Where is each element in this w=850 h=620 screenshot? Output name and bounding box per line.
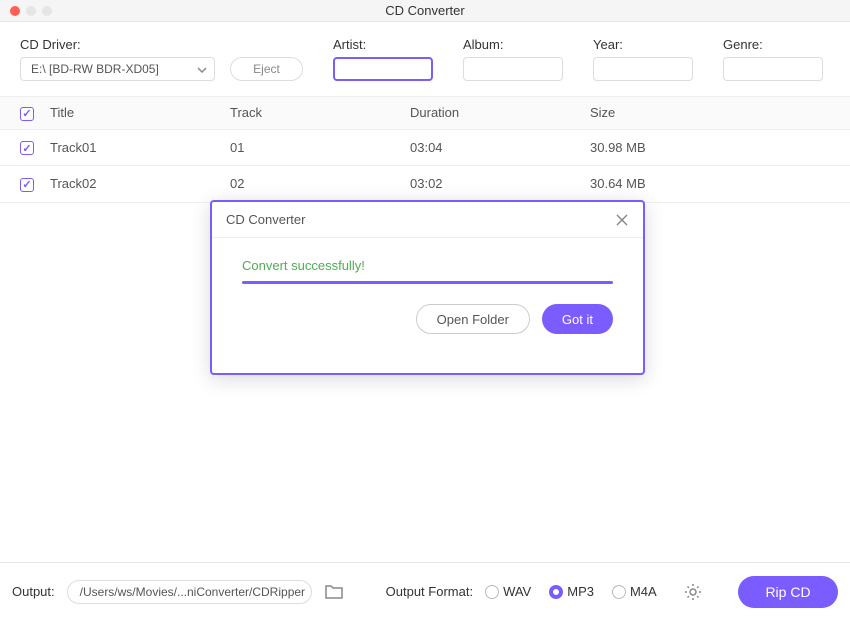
- row-title: Track02: [50, 176, 230, 191]
- album-label: Album:: [463, 37, 563, 52]
- artist-field: Artist:: [333, 37, 433, 81]
- mp3-label: MP3: [567, 584, 594, 599]
- row-duration: 03:02: [410, 176, 590, 191]
- format-radio-group: WAV MP3 M4A: [485, 584, 657, 599]
- row-size: 30.64 MB: [590, 176, 830, 191]
- modal-actions: Open Folder Got it: [212, 304, 643, 352]
- minimize-window-button[interactable]: [26, 6, 36, 16]
- cd-driver-select-wrap: E:\ [BD-RW BDR-XD05]: [20, 57, 215, 81]
- settings-icon[interactable]: [683, 582, 703, 602]
- m4a-radio[interactable]: M4A: [612, 584, 657, 599]
- row-checkbox[interactable]: [20, 178, 34, 192]
- success-message: Convert successfully!: [242, 258, 613, 273]
- radio-icon: [485, 585, 499, 599]
- year-label: Year:: [593, 37, 693, 52]
- table-header: Title Track Duration Size: [0, 96, 850, 130]
- rip-cd-button[interactable]: Rip CD: [738, 576, 838, 608]
- table-row[interactable]: Track01 01 03:04 30.98 MB: [0, 130, 850, 167]
- output-label: Output:: [12, 584, 55, 599]
- genre-input[interactable]: [723, 57, 823, 81]
- row-title: Track01: [50, 140, 230, 155]
- cd-driver-label: CD Driver:: [20, 37, 303, 52]
- row-size: 30.98 MB: [590, 140, 830, 155]
- modal-body: Convert successfully!: [212, 238, 643, 304]
- radio-icon: [549, 585, 563, 599]
- album-field: Album:: [463, 37, 563, 81]
- artist-input[interactable]: [333, 57, 433, 81]
- row-track: 01: [230, 140, 410, 155]
- year-field: Year:: [593, 37, 693, 81]
- window-controls: [10, 6, 52, 16]
- header-title: Title: [50, 105, 230, 120]
- output-path[interactable]: /Users/ws/Movies/...niConverter/CDRipper: [67, 580, 312, 604]
- folder-icon[interactable]: [324, 584, 344, 600]
- genre-label: Genre:: [723, 37, 823, 52]
- modal-title: CD Converter: [226, 212, 305, 227]
- table-row[interactable]: Track02 02 03:02 30.64 MB: [0, 166, 850, 203]
- window-title: CD Converter: [385, 3, 464, 18]
- modal-header: CD Converter: [212, 202, 643, 238]
- close-window-button[interactable]: [10, 6, 20, 16]
- eject-button[interactable]: Eject: [230, 57, 303, 81]
- artist-label: Artist:: [333, 37, 433, 52]
- cd-driver-select[interactable]: E:\ [BD-RW BDR-XD05]: [20, 57, 215, 81]
- row-track: 02: [230, 176, 410, 191]
- titlebar: CD Converter: [0, 0, 850, 22]
- wav-label: WAV: [503, 584, 531, 599]
- modal-dialog: CD Converter Convert successfully! Open …: [210, 200, 645, 375]
- progress-bar: [242, 281, 613, 284]
- header-check: [20, 105, 50, 121]
- got-it-button[interactable]: Got it: [542, 304, 613, 334]
- close-icon[interactable]: [615, 213, 629, 227]
- row-duration: 03:04: [410, 140, 590, 155]
- header-size: Size: [590, 105, 830, 120]
- year-input[interactable]: [593, 57, 693, 81]
- maximize-window-button[interactable]: [42, 6, 52, 16]
- cd-driver-field: CD Driver: E:\ [BD-RW BDR-XD05] Eject: [20, 37, 303, 81]
- open-folder-button[interactable]: Open Folder: [416, 304, 530, 334]
- format-label: Output Format:: [386, 584, 473, 599]
- wav-radio[interactable]: WAV: [485, 584, 531, 599]
- row-checkbox[interactable]: [20, 141, 34, 155]
- bottom-bar: Output: /Users/ws/Movies/...niConverter/…: [0, 562, 850, 620]
- header-duration: Duration: [410, 105, 590, 120]
- top-form: CD Driver: E:\ [BD-RW BDR-XD05] Eject Ar…: [0, 22, 850, 96]
- table-rows: Track01 01 03:04 30.98 MB Track02 02 03:…: [0, 130, 850, 203]
- radio-icon: [612, 585, 626, 599]
- header-track: Track: [230, 105, 410, 120]
- m4a-label: M4A: [630, 584, 657, 599]
- mp3-radio[interactable]: MP3: [549, 584, 594, 599]
- album-input[interactable]: [463, 57, 563, 81]
- genre-field: Genre:: [723, 37, 823, 81]
- select-all-checkbox[interactable]: [20, 107, 34, 121]
